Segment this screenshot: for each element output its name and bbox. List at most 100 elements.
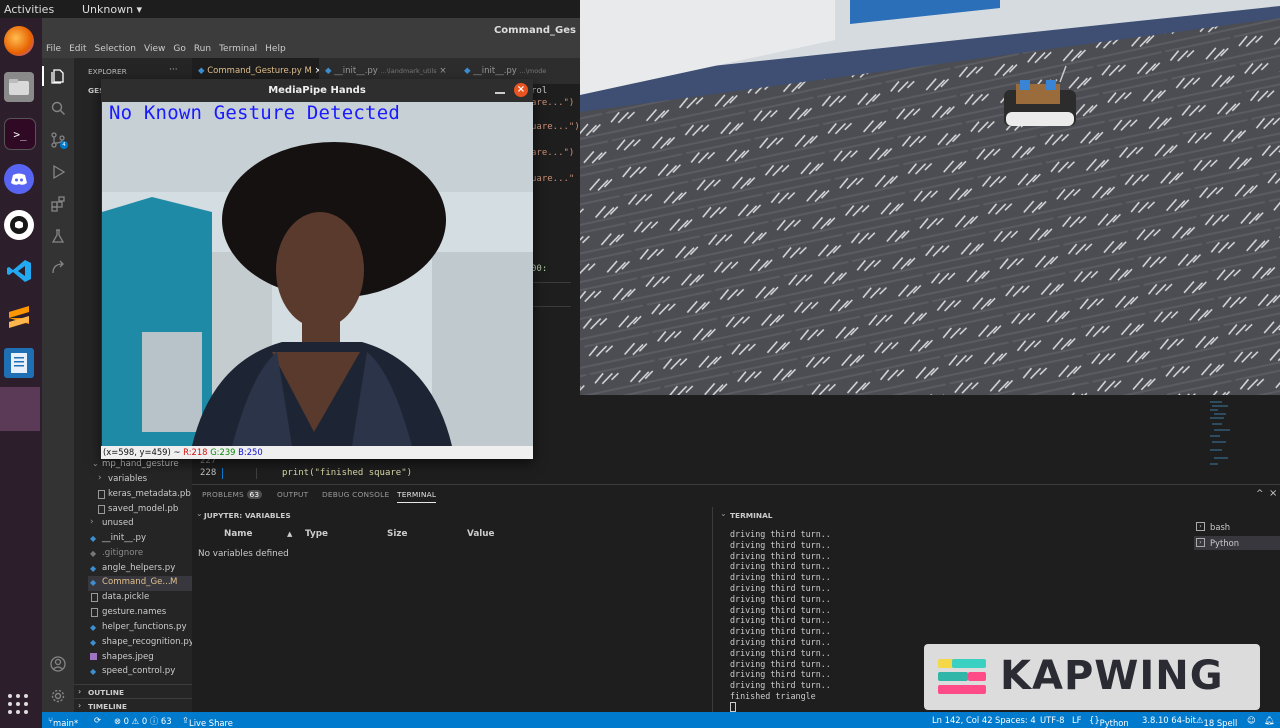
tree-item-shape-recognition[interactable]: ◆ shape_recognition.py	[88, 636, 194, 650]
tab-problems[interactable]: PROBLEMS 63	[202, 490, 263, 499]
python-interpreter[interactable]: 3.8.10 64-bit	[1142, 715, 1196, 725]
source-control-icon[interactable]: 4	[50, 132, 68, 149]
spell-check[interactable]: ⚠ 18 Spell	[1196, 715, 1237, 728]
activity-bar: 4	[42, 58, 74, 712]
discord-icon[interactable]	[4, 164, 34, 194]
col-name[interactable]: Name	[224, 529, 252, 539]
tree-item-angle-helpers[interactable]: ◆ angle_helpers.py	[88, 562, 192, 576]
tree-item-unused[interactable]: › unused	[88, 517, 192, 531]
cursor-position[interactable]: Ln 142, Col 42	[932, 715, 993, 725]
sort-ascending-icon[interactable]: ▲	[287, 530, 292, 538]
document-viewer-icon[interactable]	[4, 348, 34, 378]
modified-badge: M	[170, 577, 178, 587]
red-value: R:218	[183, 447, 208, 457]
menu-view[interactable]: View	[144, 44, 165, 54]
live-share-button[interactable]: ⇪ Live Share	[182, 715, 233, 728]
image-file-icon	[90, 653, 97, 660]
search-icon[interactable]	[50, 100, 66, 116]
menu-terminal[interactable]: Terminal	[219, 44, 257, 54]
files-icon[interactable]	[4, 72, 34, 102]
tree-item-gesture-names[interactable]: gesture.names	[88, 606, 192, 620]
col-size[interactable]: Size	[387, 529, 407, 539]
firefox-icon[interactable]	[4, 26, 34, 56]
webcam-feed[interactable]: No Known Gesture Detected	[102, 102, 533, 446]
jupyter-header: JUPYTER: VARIABLES	[204, 511, 291, 520]
no-variables-text: No variables defined	[198, 549, 289, 559]
git-file-icon: ◆	[90, 549, 97, 558]
outline-section[interactable]: › OUTLINE	[74, 684, 192, 699]
line-ending[interactable]: LF	[1072, 715, 1081, 725]
indent-guide	[531, 282, 571, 283]
dock-active-slot[interactable]	[0, 387, 40, 431]
tree-item-command-gesture[interactable]: ◆ Command_Ge... M	[88, 576, 192, 591]
mediapipe-window[interactable]: MediaPipe Hands × No Known Gesture Detec…	[101, 79, 533, 459]
code-fragment: 00:	[531, 264, 548, 274]
menu-run[interactable]: Run	[194, 44, 211, 54]
menu-help[interactable]: Help	[265, 44, 286, 54]
terminal-line: driving third turn..	[730, 561, 831, 572]
extensions-icon[interactable]	[50, 196, 66, 212]
close-icon[interactable]: ×	[439, 66, 446, 76]
sync-icon[interactable]: ⟳	[94, 715, 101, 725]
menu-edit[interactable]: Edit	[69, 44, 86, 54]
tree-item-variables[interactable]: › variables	[96, 473, 192, 487]
menu-selection[interactable]: Selection	[95, 44, 136, 54]
tree-item-saved-model[interactable]: saved_model.pb	[96, 503, 192, 517]
col-value[interactable]: Value	[467, 529, 495, 539]
gesture-status-overlay: No Known Gesture Detected	[109, 102, 400, 124]
tree-item-keras-metadata[interactable]: keras_metadata.pb	[96, 488, 192, 502]
indentation[interactable]: Spaces: 4	[995, 715, 1036, 725]
terminal-item-python[interactable]: › Python	[1194, 536, 1280, 550]
close-icon[interactable]: ×	[514, 83, 528, 97]
terminal-cursor	[730, 701, 736, 712]
show-applications-icon[interactable]	[6, 692, 30, 716]
menu-go[interactable]: Go	[173, 44, 185, 54]
problems-indicator[interactable]: ⊗ 0 ⚠ 0 ⓘ 63	[114, 715, 172, 727]
cursor-coords: (x=598, y=459) ~	[103, 447, 181, 457]
encoding[interactable]: UTF-8	[1040, 715, 1064, 725]
tree-item-mp-hand-gesture[interactable]: ⌄ mp_hand_gesture	[92, 458, 192, 472]
sublime-icon[interactable]	[4, 302, 34, 332]
explorer-more-button[interactable]: ···	[169, 65, 178, 75]
terminal-item-bash[interactable]: › bash	[1194, 521, 1280, 535]
jupyter-variables-pane: ⌄ JUPYTER: VARIABLES Name ▲ Type Size Va…	[192, 507, 713, 713]
tree-item-gitignore[interactable]: ◆ .gitignore	[88, 547, 192, 561]
tree-item-shapes-jpeg[interactable]: shapes.jpeg	[88, 651, 192, 665]
vscode-icon[interactable]	[4, 256, 34, 286]
remote-explorer-icon[interactable]	[50, 260, 66, 276]
tree-item-init-py[interactable]: ◆ __init__.py	[88, 532, 192, 546]
terminal-line: driving third turn..	[730, 539, 831, 550]
tab-output[interactable]: OUTPUT	[277, 490, 308, 499]
language-mode[interactable]: {} Python	[1089, 715, 1129, 728]
tree-item-speed-control[interactable]: ◆ speed_control.py	[88, 665, 192, 679]
file-icon	[91, 593, 98, 602]
kapwing-watermark: KAPWING	[924, 644, 1260, 710]
tree-item-data-pickle[interactable]: data.pickle	[88, 591, 192, 605]
run-debug-icon[interactable]	[50, 164, 66, 180]
notifications-icon[interactable]: 🔔︎	[1264, 715, 1275, 726]
github-icon[interactable]	[4, 210, 34, 240]
minimap[interactable]	[1200, 398, 1240, 470]
terminal-icon[interactable]: >_	[4, 118, 36, 150]
app-menu[interactable]: Unknown ▾	[82, 3, 142, 16]
minimize-icon[interactable]	[495, 92, 505, 94]
branch-indicator[interactable]: ⑂ main*	[48, 715, 78, 728]
terminal-icon: ›	[1196, 538, 1205, 547]
col-type[interactable]: Type	[305, 529, 328, 539]
explorer-icon[interactable]	[50, 68, 66, 84]
vscode-title-bar: Command_Ges	[42, 18, 580, 44]
tree-item-helper-functions[interactable]: ◆ helper_functions.py	[88, 621, 192, 635]
close-panel-icon[interactable]: ×	[1269, 488, 1277, 499]
tab-debug-console[interactable]: DEBUG CONSOLE	[322, 490, 389, 499]
tab-terminal[interactable]: TERMINAL	[397, 490, 437, 503]
feedback-icon[interactable]: ☺	[1247, 715, 1256, 725]
menu-file[interactable]: File	[46, 44, 61, 54]
settings-gear-icon[interactable]	[50, 688, 66, 704]
kapwing-wordmark: KAPWING	[1000, 653, 1224, 699]
maximize-panel-icon[interactable]: ^	[1256, 489, 1264, 499]
timeline-section[interactable]: › TIMELINE	[74, 698, 192, 713]
activities-button[interactable]: Activities	[4, 3, 54, 16]
mediapipe-title-bar[interactable]: MediaPipe Hands ×	[101, 79, 533, 102]
testing-icon[interactable]	[50, 228, 66, 244]
accounts-icon[interactable]	[50, 656, 66, 672]
